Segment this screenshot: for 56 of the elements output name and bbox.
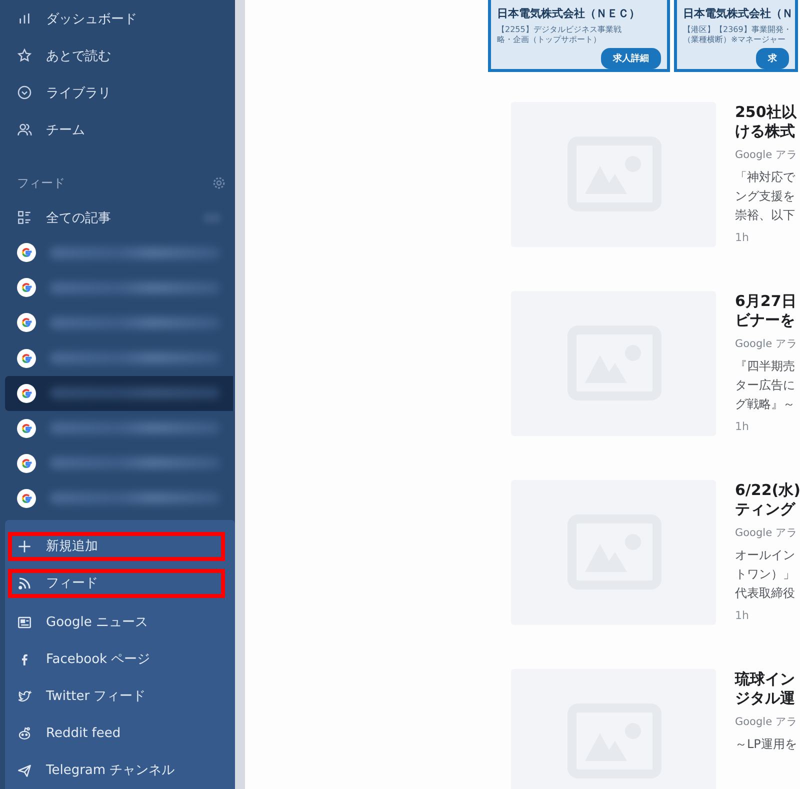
article-time: 1h (735, 420, 750, 433)
article-snippet: オールイン トワン）」 代表取締役 (735, 547, 796, 602)
add-menu-item[interactable]: Facebook ページ (5, 640, 235, 678)
bar-chart-icon (17, 11, 32, 26)
google-logo-icon (17, 243, 36, 262)
article-snippet: ～LP運用を (735, 736, 798, 753)
google-logo-icon (17, 348, 36, 368)
article-source: Google アラ (735, 148, 798, 162)
company-name: 日本電気株式会社（ＮＥＣ） (497, 6, 641, 21)
section-title: フィード (17, 174, 65, 192)
reddit-icon (17, 726, 32, 741)
add-menu-item[interactable]: フィード (8, 568, 225, 598)
nav-item[interactable]: チーム (0, 111, 235, 148)
job-details-button[interactable]: 求 (756, 48, 789, 69)
company-name: 日本電気株式会社（Ｎ (683, 6, 789, 21)
nav-item[interactable]: ライブラリ (0, 74, 235, 111)
article-title[interactable]: 6月27日 ビナーを (735, 292, 800, 330)
newspaper-icon (17, 614, 32, 630)
bird-icon (17, 688, 32, 704)
send-icon (17, 762, 32, 778)
job-description: 【港区】【2369】事業開発・ （業種横断）※マネージャー (683, 25, 789, 45)
chevron-circle-icon (17, 85, 32, 100)
google-logo-icon (17, 488, 36, 508)
rss-icon (17, 576, 32, 591)
google-logo-icon (17, 384, 36, 403)
article-source: Google アラ (735, 715, 798, 729)
google-logo-icon (17, 278, 36, 298)
article-source: Google アラ (735, 337, 798, 351)
article-time: 1h (735, 609, 750, 622)
scrollbar[interactable] (235, 0, 245, 789)
add-menu-item[interactable]: Telegram チャンネル (5, 752, 235, 789)
star-icon (17, 48, 32, 63)
job-description: 【2255】デジタルビジネス事業戦 略・企画（トップサポート） (497, 25, 622, 45)
article-time: 1h (735, 231, 750, 244)
add-menu-item[interactable]: Reddit feed (5, 714, 235, 752)
add-menu-item[interactable]: Twitter フィード (5, 678, 235, 715)
google-logo-icon (17, 454, 36, 473)
google-logo-icon (17, 313, 36, 332)
job-details-button[interactable]: 求人詳細 (601, 48, 661, 69)
plus-icon (17, 538, 32, 554)
article-title[interactable]: 6/22(水) ティング (735, 481, 800, 519)
article-title[interactable]: 250社以 ける株式 (735, 103, 800, 141)
people-icon (17, 122, 32, 137)
nav-item[interactable]: ダッシュボード (0, 0, 235, 37)
nav-item[interactable]: あとで読む (0, 37, 235, 74)
google-logo-icon (17, 418, 36, 438)
settings-icon[interactable] (212, 176, 226, 190)
add-menu-item[interactable]: 新規追加 (8, 532, 225, 561)
article-source: Google アラ (735, 526, 798, 540)
article-title[interactable]: 琉球イン ジタル運 (735, 670, 800, 708)
list-icon (17, 210, 32, 226)
add-menu-item[interactable]: Google ニュース (5, 604, 235, 641)
all-articles-item[interactable]: 全ての記事 (0, 200, 235, 236)
feed-item[interactable] (5, 376, 233, 411)
article-snippet: 「神対応で ング支援を 崇裕、以下 (735, 169, 796, 224)
article-snippet: 『四半期売 ター広告に グ戦略』～ (735, 358, 796, 413)
